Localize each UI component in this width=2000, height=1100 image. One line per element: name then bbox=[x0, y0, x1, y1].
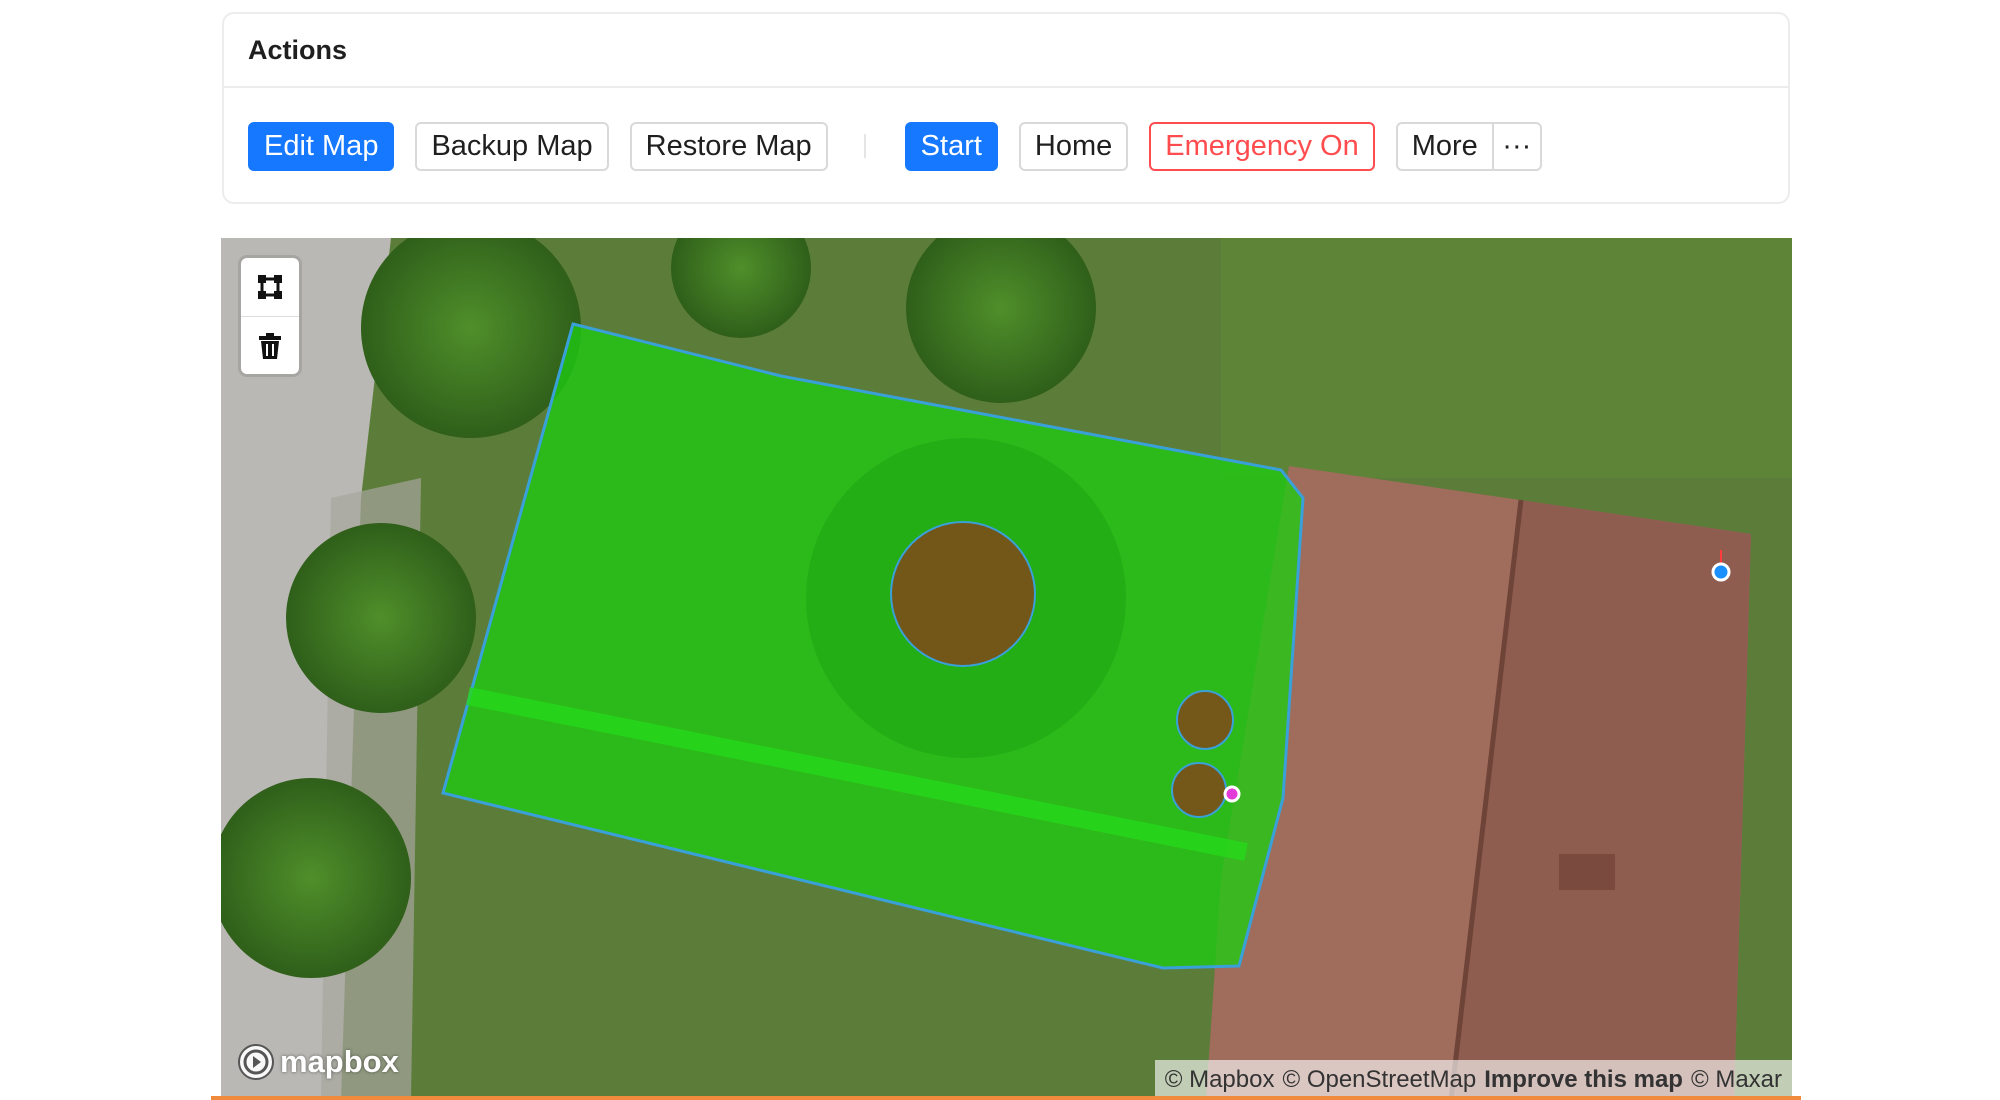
attribution-osm[interactable]: © OpenStreetMap bbox=[1282, 1066, 1476, 1094]
page-accent-bar bbox=[211, 1096, 1801, 1100]
map-attribution: © Mapbox © OpenStreetMap Improve this ma… bbox=[1154, 1060, 1792, 1100]
mapbox-logo-text: mapbox bbox=[280, 1044, 399, 1079]
start-button[interactable]: Start bbox=[904, 121, 998, 171]
more-menu-button[interactable]: ··· bbox=[1493, 121, 1542, 171]
attribution-maxar[interactable]: © Maxar bbox=[1691, 1066, 1782, 1094]
actions-title: Actions bbox=[224, 14, 1788, 88]
mower-marker[interactable] bbox=[1223, 785, 1241, 803]
tree bbox=[286, 523, 476, 713]
attribution-mapbox[interactable]: © Mapbox bbox=[1165, 1066, 1275, 1094]
actions-toolbar: Edit Map Backup Map Restore Map Start Ho… bbox=[224, 88, 1788, 204]
draw-controls bbox=[241, 258, 299, 374]
obstacle-zone bbox=[1176, 690, 1234, 750]
map-view[interactable]: mapbox © Mapbox © OpenStreetMap Improve … bbox=[221, 238, 1792, 1100]
obstacle-zone bbox=[890, 521, 1036, 667]
actions-card: Actions Edit Map Backup Map Restore Map … bbox=[222, 12, 1790, 204]
trash-icon[interactable] bbox=[241, 316, 299, 374]
mapbox-logo[interactable]: mapbox bbox=[236, 1042, 399, 1082]
emergency-button[interactable]: Emergency On bbox=[1149, 121, 1375, 171]
mapbox-compass-icon bbox=[238, 1044, 274, 1080]
backup-map-button[interactable]: Backup Map bbox=[415, 121, 609, 171]
restore-map-button[interactable]: Restore Map bbox=[629, 121, 828, 171]
more-button-group: More ··· bbox=[1395, 121, 1542, 171]
satellite-imagery bbox=[221, 238, 1792, 1100]
base-station-marker[interactable] bbox=[1711, 562, 1731, 582]
toolbar-divider bbox=[863, 134, 866, 158]
obstacle-zone bbox=[1171, 762, 1227, 818]
polygon-icon[interactable] bbox=[241, 258, 299, 316]
improve-map-link[interactable]: Improve this map bbox=[1484, 1066, 1683, 1094]
more-button[interactable]: More bbox=[1395, 121, 1494, 171]
edit-map-button[interactable]: Edit Map bbox=[248, 121, 395, 171]
home-button[interactable]: Home bbox=[1018, 121, 1129, 171]
